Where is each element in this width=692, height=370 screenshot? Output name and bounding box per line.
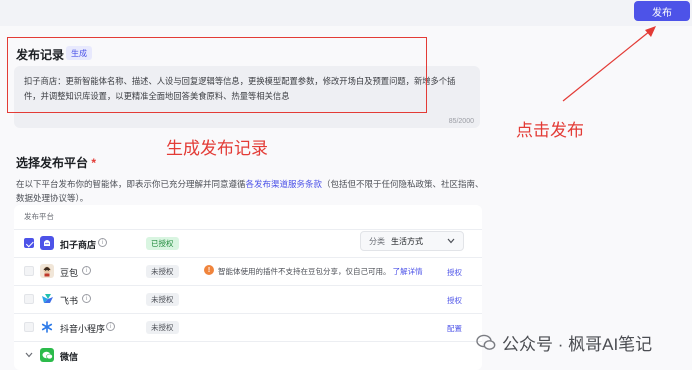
douyin-miniapp-icon — [40, 320, 54, 334]
warning-icon: ! — [204, 265, 214, 275]
status-badge: 未授权 — [146, 293, 179, 306]
platform-title: 选择发布平台 * — [16, 154, 96, 171]
platform-name: 抖音小程序 — [60, 324, 106, 334]
warning-message: 智能体使用的插件不支持在豆包分享，仅自己可用。 — [218, 267, 391, 276]
platform-row-feishu: 飞书 i 未授权 授权 — [14, 285, 482, 312]
desc-text-before: 在以下平台发布你的智能体，即表示你已充分理解并同意遵循 — [16, 179, 246, 189]
watermark: 公众号 · 枫哥AI笔记 — [476, 330, 652, 355]
service-terms-link[interactable]: 各发布渠道服务条款 — [246, 179, 323, 189]
platform-row-wechat: 微信 — [14, 341, 482, 368]
checkbox-doubao[interactable] — [24, 266, 34, 276]
checkbox-coze-store[interactable] — [24, 238, 34, 248]
info-icon[interactable]: i — [98, 238, 107, 247]
chevron-down-icon[interactable] — [25, 352, 33, 358]
platform-name: 飞书 — [60, 296, 79, 306]
wechat-logo-icon — [476, 334, 496, 350]
required-mark: * — [91, 156, 97, 170]
platform-name: 豆包 — [60, 268, 79, 278]
checkbox-feishu[interactable] — [24, 294, 34, 304]
platform-row-doubao: 豆包 i 未授权 ! 智能体使用的插件不支持在豆包分享，仅自己可用。 了解详情 … — [14, 257, 482, 284]
detail-link[interactable]: 了解详情 — [393, 267, 423, 276]
category-select[interactable]: 分类 生活方式 — [360, 231, 464, 251]
platform-name: 扣子商店 — [60, 240, 97, 250]
platform-name: 微信 — [60, 352, 79, 362]
coze-store-icon — [40, 236, 54, 250]
checkbox-douyin-miniapp[interactable] — [24, 322, 34, 332]
platform-row-douyin-miniapp: 抖音小程序 i 未授权 配置 — [14, 313, 482, 340]
table-header: 发布平台 — [24, 212, 54, 221]
authorize-button[interactable]: 授权 — [447, 295, 462, 306]
platform-description: 在以下平台发布你的智能体，即表示你已充分理解并同意遵循各发布渠道服务条款（包括但… — [16, 177, 486, 205]
info-icon[interactable]: i — [106, 322, 115, 331]
watermark-text: 公众号 · 枫哥AI笔记 — [502, 335, 653, 354]
info-icon[interactable]: i — [82, 266, 91, 275]
feishu-icon — [40, 292, 54, 306]
category-label: 分类 — [369, 237, 385, 246]
warning-text: 智能体使用的插件不支持在豆包分享，仅自己可用。 了解详情 — [218, 266, 423, 277]
wechat-icon — [40, 348, 54, 362]
configure-button[interactable]: 配置 — [447, 323, 462, 334]
status-badge: 未授权 — [146, 265, 179, 278]
status-badge: 已授权 — [146, 237, 179, 250]
platform-table: 发布平台 扣子商店 i 已授权 分类 生活方式 豆包 i 未授权 ! 智能体使用… — [14, 205, 482, 370]
status-badge: 未授权 — [146, 321, 179, 334]
authorize-button[interactable]: 授权 — [447, 267, 462, 278]
category-value: 生活方式 — [391, 237, 423, 246]
platform-title-text: 选择发布平台 — [16, 156, 89, 170]
platform-row-coze-store: 扣子商店 i 已授权 分类 生活方式 — [14, 229, 482, 256]
doubao-icon — [40, 264, 54, 278]
info-icon[interactable]: i — [82, 294, 91, 303]
chevron-down-icon — [447, 238, 455, 244]
